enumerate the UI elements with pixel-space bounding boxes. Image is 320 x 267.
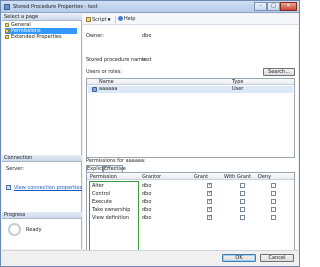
page-icon — [5, 23, 9, 27]
column-header-grant[interactable]: Grant — [194, 174, 208, 180]
chevron-down-icon: ▼ — [107, 17, 111, 22]
users-grid-header: Name Type — [87, 79, 294, 85]
with-grant-checkbox[interactable] — [240, 215, 245, 220]
minimize-button[interactable]: – — [254, 2, 267, 11]
select-page-header: Select a page — [2, 14, 82, 21]
script-icon — [86, 17, 91, 22]
left-pane: Select a page General Permissions Extend… — [2, 14, 82, 249]
search-button[interactable]: Search... — [263, 68, 295, 76]
sp-name-value: test — [142, 57, 152, 63]
with-grant-checkbox[interactable] — [240, 199, 245, 204]
table-row[interactable]: aaaaaa User — [88, 86, 293, 93]
column-header-type[interactable]: Type — [232, 79, 243, 85]
grant-checkbox[interactable]: ✓ — [207, 199, 212, 204]
help-label: Help — [124, 16, 136, 22]
permissions-grid: Permission Grantor Grant With Grant Deny… — [86, 172, 295, 256]
toolbar-separator — [115, 16, 116, 23]
progress-spinner-icon — [8, 223, 21, 236]
close-button[interactable]: ✕ — [280, 2, 297, 11]
column-header-deny[interactable]: Deny — [258, 174, 271, 180]
grantor-cell: dbo — [142, 191, 152, 197]
user-name-cell: aaaaaa — [99, 86, 118, 92]
toolbar: Script▼ Help — [83, 14, 298, 25]
progress-status: Ready — [26, 227, 42, 233]
deny-checkbox[interactable] — [271, 215, 276, 220]
connection-properties-icon — [6, 185, 11, 190]
users-grid: Name Type aaaaaa User — [86, 78, 295, 158]
tab-effective[interactable]: Effective — [103, 165, 126, 172]
grant-checkbox[interactable]: ✓ — [207, 183, 212, 188]
permissions-grid-header: Permission Grantor Grant With Grant Deny — [87, 173, 294, 180]
deny-checkbox[interactable] — [271, 191, 276, 196]
window-title: Stored Procedure Properties - test — [13, 4, 98, 10]
owner-value: dbo — [142, 33, 152, 39]
permission-column-highlight — [89, 181, 139, 255]
grant-checkbox[interactable]: ✓ — [207, 215, 212, 220]
grantor-cell: dbo — [142, 183, 152, 189]
with-grant-checkbox[interactable] — [240, 183, 245, 188]
title-bar[interactable]: Stored Procedure Properties - test – □ ✕ — [1, 1, 299, 13]
app-icon — [4, 4, 10, 10]
properties-window: Stored Procedure Properties - test – □ ✕… — [0, 0, 300, 267]
grant-checkbox[interactable]: ✓ — [207, 207, 212, 212]
maximize-button[interactable]: □ — [267, 2, 280, 11]
column-header-with-grant[interactable]: With Grant — [224, 174, 251, 180]
deny-checkbox[interactable] — [271, 207, 276, 212]
server-label: Server: — [6, 166, 24, 172]
grantor-cell: dbo — [142, 199, 152, 205]
grant-checkbox[interactable]: ✓ — [207, 191, 212, 196]
ok-button[interactable]: OK — [222, 254, 256, 262]
page-item-label: Extended Properties — [11, 34, 62, 40]
column-header-permission[interactable]: Permission — [90, 174, 117, 180]
script-button[interactable]: Script▼ — [86, 16, 111, 23]
connection-header: Connection — [2, 155, 82, 162]
owner-label: Owner: — [86, 33, 104, 39]
column-header-name[interactable]: Name — [99, 79, 114, 85]
page-icon — [5, 29, 9, 33]
column-header-grantor[interactable]: Grantor — [142, 174, 161, 180]
help-button[interactable]: Help — [118, 16, 135, 23]
with-grant-checkbox[interactable] — [240, 207, 245, 212]
cancel-button[interactable]: Cancel — [260, 254, 294, 262]
deny-checkbox[interactable] — [271, 183, 276, 188]
with-grant-checkbox[interactable] — [240, 191, 245, 196]
sp-name-label: Stored procedure name: — [86, 57, 147, 63]
view-connection-properties-link[interactable]: View connection properties — [14, 185, 82, 191]
grantor-cell: dbo — [142, 215, 152, 221]
script-label: Script — [92, 17, 107, 23]
permissions-for-label: Permissions for aaaaaa: — [86, 158, 146, 164]
page-icon — [5, 35, 9, 39]
dialog-footer: OK Cancel — [2, 250, 298, 266]
main-pane: Script▼ Help Owner: dbo Stored procedure… — [83, 14, 298, 256]
help-icon — [118, 16, 123, 21]
grantor-cell: dbo — [142, 207, 152, 213]
deny-checkbox[interactable] — [271, 199, 276, 204]
user-type-cell: User — [232, 86, 244, 92]
users-or-roles-label: Users or roles: — [86, 69, 123, 75]
progress-header: Progress — [2, 212, 82, 219]
user-icon — [92, 87, 97, 92]
page-item-extended-properties[interactable]: Extended Properties — [5, 34, 77, 40]
